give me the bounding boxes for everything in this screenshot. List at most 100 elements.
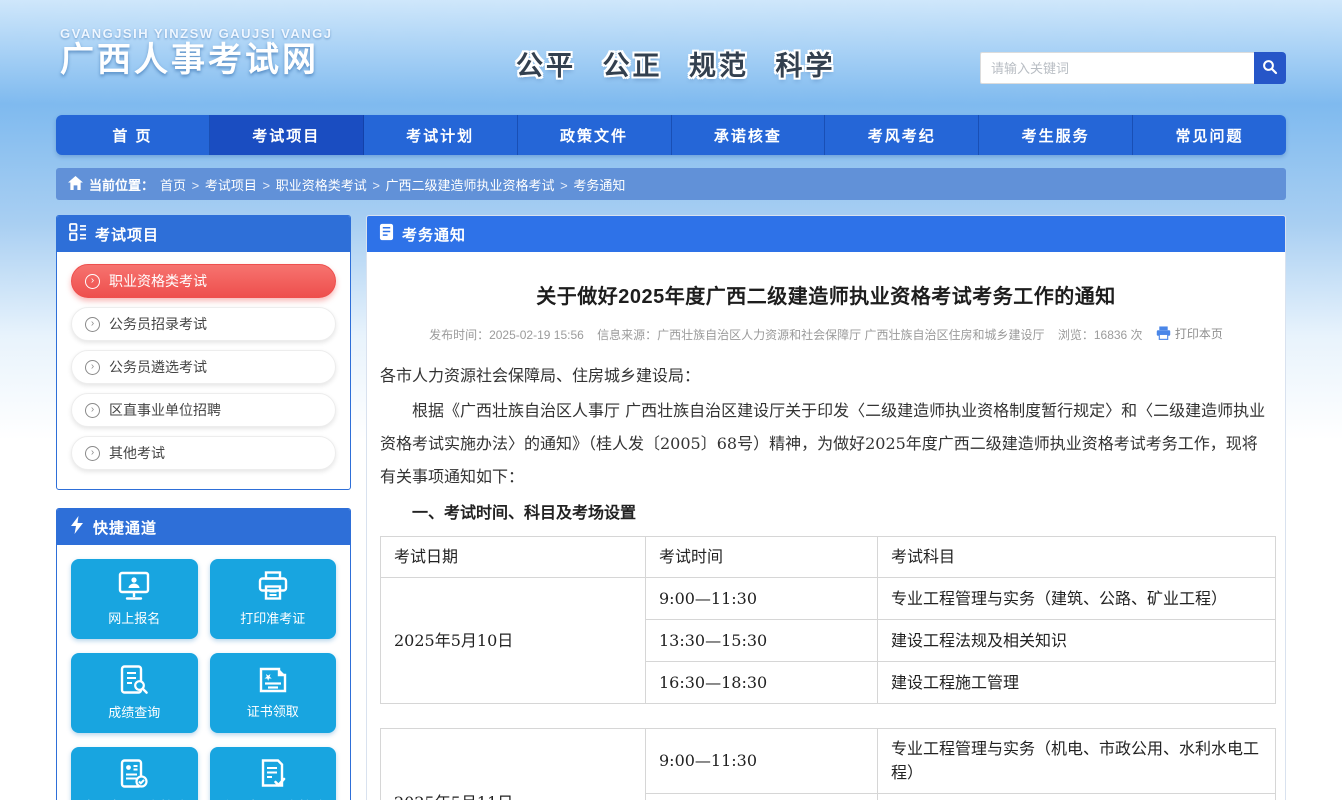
exam-time-cell: 13:30—15:30 — [646, 620, 878, 662]
nav-item-7[interactable]: 常见问题 — [1133, 115, 1286, 155]
quick-channel-panel-header: 快捷通道 — [57, 509, 350, 545]
sidebar-item-label: 公务员招录考试 — [109, 314, 207, 334]
quick-tile-2[interactable]: 成绩查询 — [71, 653, 198, 733]
quick-tile-5[interactable]: 广西电子证书核验 — [210, 747, 337, 800]
sidebar-item-label: 其他考试 — [109, 443, 165, 463]
table-row: 2025年5月10日9:00—11:30专业工程管理与实务（建筑、公路、矿业工程… — [381, 578, 1276, 620]
nav-item-4[interactable]: 承诺核查 — [672, 115, 826, 155]
breadcrumb-separator: > — [188, 178, 203, 193]
document-icon — [379, 223, 394, 245]
exam-category-panel-header: 考试项目 — [57, 216, 350, 252]
article: 关于做好2025年度广西二级建造师执业资格考试考务工作的通知 发布时间：2025… — [367, 252, 1285, 800]
nav-item-3[interactable]: 政策文件 — [518, 115, 672, 155]
main-nav: 首 页考试项目考试计划政策文件承诺核查考风考纪考生服务常见问题 — [56, 115, 1286, 155]
view-count: 浏览：16836 次 — [1058, 328, 1143, 342]
exam-date-cell: 2025年5月10日 — [381, 578, 646, 704]
publish-time: 发布时间：2025-02-19 15:56 — [429, 328, 584, 342]
quick-tile-label: 打印准考证 — [240, 608, 305, 627]
quick-tile-label: 成绩查询 — [108, 702, 160, 721]
exam-schedule-table-1: 2025年5月11日9:00—11:30专业工程管理与实务（机电、市政公用、水利… — [380, 728, 1276, 800]
printer-icon — [1156, 325, 1171, 342]
notice-panel-title: 考务通知 — [402, 224, 466, 245]
quick-tile-label: 证书领取 — [247, 701, 299, 720]
salutation-paragraph: 各市人力资源社会保障局、住房城乡建设局： — [380, 359, 1272, 392]
doc-check-icon — [258, 759, 288, 789]
nav-item-0[interactable]: 首 页 — [56, 115, 210, 155]
exam-subject-cell: 建设工程施工管理 — [878, 662, 1276, 704]
quick-channel-panel-title: 快捷通道 — [93, 517, 157, 538]
breadcrumb-separator: > — [259, 178, 274, 193]
table-header-cell: 考试科目 — [878, 537, 1276, 578]
print-page-label: 打印本页 — [1175, 325, 1223, 342]
circle-arrow-icon: › — [85, 403, 100, 418]
exam-time-cell: 16:30—18:30 — [646, 662, 878, 704]
quick-channel-panel: 快捷通道 网上报名打印准考证成绩查询 证书领取全国电子证书核验 广西电子证书核验 — [56, 508, 351, 800]
id-check-icon — [119, 759, 149, 789]
exam-subject-cell: 建设工程法规及相关知识 — [878, 794, 1276, 800]
nav-item-1[interactable]: 考试项目 — [210, 115, 364, 155]
category-grid-icon — [69, 223, 87, 245]
quick-tile-1[interactable]: 打印准考证 — [210, 559, 337, 639]
breadcrumb-link[interactable]: 首页 — [160, 178, 186, 193]
breadcrumb-separator: > — [557, 178, 572, 193]
breadcrumb-prefix: 当前位置： — [89, 175, 154, 194]
exam-time-cell: 13:30—15:30 — [646, 794, 878, 800]
exam-date-cell: 2025年5月11日 — [381, 729, 646, 800]
sidebar-item-0[interactable]: › 职业资格类考试 — [71, 264, 336, 298]
nav-item-2[interactable]: 考试计划 — [364, 115, 518, 155]
lightning-icon — [69, 516, 85, 538]
sidebar-item-label: 公务员遴选考试 — [109, 357, 207, 377]
exam-schedule-tables: 考试日期考试时间考试科目2025年5月10日9:00—11:30专业工程管理与实… — [380, 536, 1272, 800]
table-row: 2025年5月11日9:00—11:30专业工程管理与实务（机电、市政公用、水利… — [381, 729, 1276, 794]
body-paragraph: 根据《广西壮族自治区人事厅 广西壮族自治区建设厅关于印发〈二级建造师执业资格制度… — [380, 394, 1272, 493]
circle-arrow-icon: › — [85, 274, 100, 289]
site-header: GVANGJSIH YINZSW GAUJSI VANGJ 广西人事考试网 公平… — [56, 0, 1286, 115]
monitor-user-icon — [118, 571, 150, 601]
breadcrumb-link[interactable]: 考务通知 — [573, 178, 625, 193]
quick-tile-4[interactable]: 全国电子证书核验 — [71, 747, 198, 800]
exam-time-cell: 9:00—11:30 — [646, 578, 878, 620]
search-input[interactable] — [980, 52, 1254, 84]
table-header-cell: 考试时间 — [646, 537, 878, 578]
printer-icon — [257, 571, 289, 601]
search-button[interactable] — [1254, 52, 1286, 84]
main-content: 考务通知 关于做好2025年度广西二级建造师执业资格考试考务工作的通知 发布时间… — [366, 215, 1286, 800]
exam-category-panel: 考试项目 › 职业资格类考试 ›公务员招录考试 › 公务员遴选考试 › 区直事业单位招聘 ›其… — [56, 215, 351, 490]
breadcrumb-link[interactable]: 广西二级建造师执业资格考试 — [386, 178, 555, 193]
breadcrumb-separator: > — [369, 178, 384, 193]
site-logo: GVANGJSIH YINZSW GAUJSI VANGJ 广西人事考试网 — [60, 26, 333, 80]
quick-tile-label: 广西电子证书核验 — [221, 796, 325, 800]
breadcrumb-link[interactable]: 考试项目 — [205, 178, 257, 193]
nav-item-6[interactable]: 考生服务 — [979, 115, 1133, 155]
exam-category-list: › 职业资格类考试 ›公务员招录考试 › 公务员遴选考试 › 区直事业单位招聘 ›其他考试 — [57, 252, 350, 489]
sidebar-item-2[interactable]: › 公务员遴选考试 — [71, 350, 336, 384]
sidebar-item-3[interactable]: › 区直事业单位招聘 — [71, 393, 336, 427]
quick-channel-grid: 网上报名打印准考证成绩查询 证书领取全国电子证书核验 广西电子证书核验 — [57, 545, 350, 800]
exam-time-cell: 9:00—11:30 — [646, 729, 878, 794]
doc-search-icon — [119, 665, 149, 695]
section-heading: 一、考试时间、科目及考场设置 — [380, 497, 1272, 530]
print-page-link[interactable]: 打印本页 — [1156, 325, 1223, 342]
sidebar-item-1[interactable]: ›公务员招录考试 — [71, 307, 336, 341]
quick-tile-3[interactable]: 证书领取 — [210, 653, 337, 733]
home-icon — [68, 176, 83, 193]
sidebar-item-4[interactable]: ›其他考试 — [71, 436, 336, 470]
nav-item-5[interactable]: 考风考纪 — [825, 115, 979, 155]
sidebar-item-label: 区直事业单位招聘 — [109, 400, 221, 420]
logo-title: 广西人事考试网 — [60, 41, 333, 80]
breadcrumb-items: 首页 > 考试项目 > 职业资格类考试 > 广西二级建造师执业资格考试 > 考务… — [160, 175, 625, 194]
exam-subject-cell: 专业工程管理与实务（机电、市政公用、水利水电工程） — [878, 729, 1276, 794]
article-body: 各市人力资源社会保障局、住房城乡建设局： 根据《广西壮族自治区人事厅 广西壮族自… — [380, 359, 1272, 800]
search-icon — [1262, 59, 1278, 78]
sidebar-item-label: 职业资格类考试 — [109, 271, 207, 291]
circle-arrow-icon: › — [85, 360, 100, 375]
article-meta: 发布时间：2025-02-19 15:56 信息来源：广西壮族自治区人力资源和社… — [380, 325, 1272, 343]
certificate-icon — [257, 666, 289, 694]
exam-subject-cell: 专业工程管理与实务（建筑、公路、矿业工程） — [878, 578, 1276, 620]
quick-tile-label: 全国电子证书核验 — [82, 796, 186, 800]
exam-category-panel-title: 考试项目 — [95, 224, 159, 245]
breadcrumb-link[interactable]: 职业资格类考试 — [276, 178, 367, 193]
logo-subtitle: GVANGJSIH YINZSW GAUJSI VANGJ — [60, 26, 333, 41]
left-sidebar: 考试项目 › 职业资格类考试 ›公务员招录考试 › 公务员遴选考试 › 区直事业单位招聘 ›其… — [56, 215, 351, 800]
quick-tile-0[interactable]: 网上报名 — [71, 559, 198, 639]
